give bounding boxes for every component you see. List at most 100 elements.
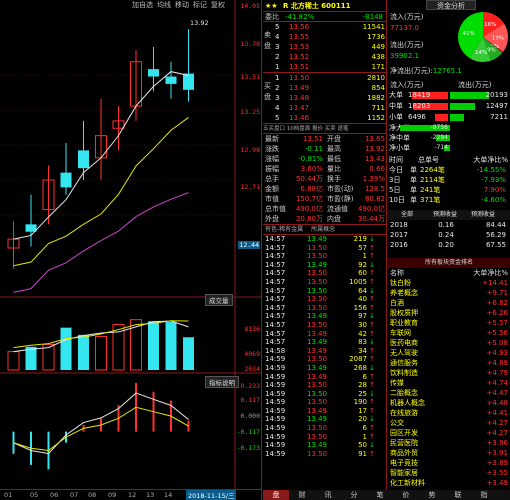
sell-level[interactable]: 4 13.55 1736 xyxy=(263,32,386,42)
bottom-tab[interactable]: 联 xyxy=(445,490,471,500)
trade-row[interactable]: 14:57 13.50 30 ↑ xyxy=(263,321,386,330)
flow-in: 18419 xyxy=(408,91,431,99)
profit-tab: 全部 xyxy=(400,211,413,218)
bottom-tab[interactable]: 势 xyxy=(419,490,445,500)
indicator-help-button[interactable]: 指标说明 xyxy=(205,376,239,388)
trade-arrow-icon: ↑ xyxy=(369,295,375,304)
trade-row[interactable]: 14:59 13.49 17 ↑ xyxy=(263,407,386,416)
trade-row[interactable]: 14:57 13.50 1 ↑ xyxy=(263,252,386,261)
trade-row[interactable]: 14:59 13.49 6 ↑ xyxy=(263,373,386,382)
concept-row[interactable]: 公交 +4.27 xyxy=(388,418,510,428)
concept-row[interactable]: 化工新材料 +3.49 xyxy=(388,478,510,488)
quote-value: 30.44万 xyxy=(357,215,385,223)
trade-list[interactable]: 14:57 13.49 219 ↓ 14:57 13.50 57 ↑ 14:57 13.50 1 ↑ 1… xyxy=(263,235,386,458)
concept-row[interactable]: 车联网 +5.56 xyxy=(388,328,510,338)
trade-row[interactable]: 14:59 13.50 91 ↑ xyxy=(263,450,386,459)
sell-label: 卖盘 xyxy=(264,31,271,50)
star-icon[interactable]: ★★ xyxy=(263,0,283,11)
trade-row[interactable]: 14:57 13.50 156 ↑ xyxy=(263,304,386,313)
sell-level[interactable]: 3 13.53 449 xyxy=(263,42,386,52)
trade-row[interactable]: 14:57 13.49 219 ↓ xyxy=(263,235,386,244)
trade-row[interactable]: 14:57 13.50 57 ↑ xyxy=(263,244,386,253)
tab-quote[interactable]: 报价 xyxy=(312,126,323,132)
concept-row[interactable]: 园区开发 +4.27 xyxy=(388,428,510,438)
concept-row[interactable]: 医药电商 +5.08 xyxy=(388,338,510,348)
trade-row[interactable]: 14:59 13.49 20 ↓ xyxy=(263,415,386,424)
tab-trade[interactable]: 买卖 xyxy=(325,126,336,132)
concept-row[interactable]: 饮料制造 +4.79 xyxy=(388,368,510,378)
trade-row[interactable]: 14:59 13.49 268 ↓ xyxy=(263,364,386,373)
price-chart[interactable] xyxy=(0,0,262,500)
bottom-tab[interactable]: 财 xyxy=(289,490,315,500)
trade-row[interactable]: 14:59 13.49 50 ↓ xyxy=(263,441,386,450)
concept-row[interactable]: 股权质押 +6.26 xyxy=(388,308,510,318)
sell-level[interactable]: 1 13.51 171 xyxy=(263,62,386,72)
trade-row[interactable]: 14:59 13.50 2087 ↑ xyxy=(263,355,386,364)
bottom-tab[interactable]: 价 xyxy=(393,490,419,500)
buy-level[interactable]: 4 13.47 711 xyxy=(263,103,386,113)
trade-row[interactable]: 14:57 13.49 92 ↓ xyxy=(263,261,386,270)
buy-level[interactable]: 3 13.48 1882 xyxy=(263,93,386,103)
trade-row[interactable]: 14:59 13.50 190 ↑ xyxy=(263,398,386,407)
trade-row[interactable]: 14:57 13.49 42 ↑ xyxy=(263,330,386,339)
tab-industry[interactable]: 有色-稀有金属 xyxy=(263,226,303,233)
concept-name: 钛白粉 xyxy=(390,279,411,287)
buy-level[interactable]: 2 13.49 854 xyxy=(263,83,386,93)
sell-level[interactable]: 2 13.52 438 xyxy=(263,52,386,62)
bottom-tab[interactable]: 笔 xyxy=(367,490,393,500)
buy-level[interactable]: 5 13.46 1152 xyxy=(263,113,386,123)
sell-level[interactable]: 5 13.56 11541 xyxy=(263,22,386,32)
trade-row[interactable]: 14:57 13.50 1005 ↑ xyxy=(263,278,386,287)
concept-row[interactable]: 民营医院 +3.96 xyxy=(388,438,510,448)
trade-time: 14:59 xyxy=(265,415,286,424)
trade-arrow-icon: ↑ xyxy=(369,406,375,415)
trade-time: 14:59 xyxy=(265,406,286,415)
tab-tick[interactable]: 逐笔 xyxy=(338,126,349,132)
stats-period: 5日 xyxy=(389,186,401,194)
col-ratio[interactable]: 大单净比% xyxy=(473,268,508,278)
concept-row[interactable]: 养老概念 +9.71 xyxy=(388,288,510,298)
concept-row[interactable]: 白酒 +6.82 xyxy=(388,298,510,308)
bottom-tab[interactable]: 指 xyxy=(471,490,497,500)
concept-row[interactable]: 机器人概念 +4.48 xyxy=(388,398,510,408)
trade-arrow-icon: ↑ xyxy=(369,372,375,381)
trade-time: 14:58 xyxy=(265,346,286,355)
bottom-tab[interactable]: 分 xyxy=(341,490,367,500)
concept-list[interactable]: 钛白粉 +14.41 养老概念 +9.71 白酒 +6.82 股权质押 +6.26 职业教育 +5… xyxy=(388,278,510,488)
trade-row[interactable]: 14:58 13.49 34 ↑ xyxy=(263,347,386,356)
quote-value: -0.11 xyxy=(304,145,323,153)
tab-concept[interactable]: 所属概念 xyxy=(305,226,335,233)
trade-row[interactable]: 14:59 13.50 6 ↑ xyxy=(263,424,386,433)
concept-header: 所有板块资金排名 xyxy=(388,258,510,268)
trade-row[interactable]: 14:57 13.49 83 ↓ xyxy=(263,338,386,347)
concept-row[interactable]: 商品外贸 +3.91 xyxy=(388,448,510,458)
volume-indicator-button[interactable]: 成交量 xyxy=(205,294,233,306)
concept-row[interactable]: 通信服务 +4.89 xyxy=(388,358,510,368)
funds-tab[interactable]: 资金分析 xyxy=(426,0,476,10)
trade-row[interactable]: 14:59 13.50 28 ↑ xyxy=(263,381,386,390)
trade-row[interactable]: 14:57 13.50 60 ↑ xyxy=(263,269,386,278)
concept-row[interactable]: 智能家居 +3.55 xyxy=(388,468,510,478)
tab-five-levels[interactable]: 五买盘口 xyxy=(263,126,285,132)
trade-arrow-icon: ↑ xyxy=(369,277,375,286)
trade-row[interactable]: 14:57 13.50 40 ↑ xyxy=(263,295,386,304)
concept-row[interactable]: 职业教育 +5.57 xyxy=(388,318,510,328)
trade-row[interactable]: 14:59 13.50 1 ↑ xyxy=(263,433,386,442)
col-name[interactable]: 名称 xyxy=(388,269,404,277)
concept-row[interactable]: 二胎概念 +4.47 xyxy=(388,388,510,398)
concept-row[interactable]: 钛白粉 +14.41 xyxy=(388,278,510,288)
concept-row[interactable]: 无人驾驶 +4.93 xyxy=(388,348,510,358)
trade-row[interactable]: 14:57 13.49 97 ↓ xyxy=(263,312,386,321)
tab-ten-levels[interactable]: 10档盘面 xyxy=(287,126,311,132)
buy-level[interactable]: 1 13.50 2810 xyxy=(263,73,386,83)
concept-row[interactable]: 电子竞技 +3.89 xyxy=(388,458,510,468)
concept-row[interactable]: 传媒 +4.74 xyxy=(388,378,510,388)
quote-row: 金额 6.88亿 市盈(动) 128.5 xyxy=(263,184,386,194)
concept-row[interactable]: 在线旅游 +4.41 xyxy=(388,408,510,418)
trade-row[interactable]: 14:59 13.50 25 ↓ xyxy=(263,390,386,399)
bottom-tab[interactable]: 盘 xyxy=(263,490,289,500)
trade-row[interactable]: 14:57 13.50 64 ↓ xyxy=(263,287,386,296)
trade-time: 14:59 xyxy=(265,424,286,433)
bottom-tab[interactable]: 讯 xyxy=(315,490,341,500)
volume-bar xyxy=(78,334,89,370)
